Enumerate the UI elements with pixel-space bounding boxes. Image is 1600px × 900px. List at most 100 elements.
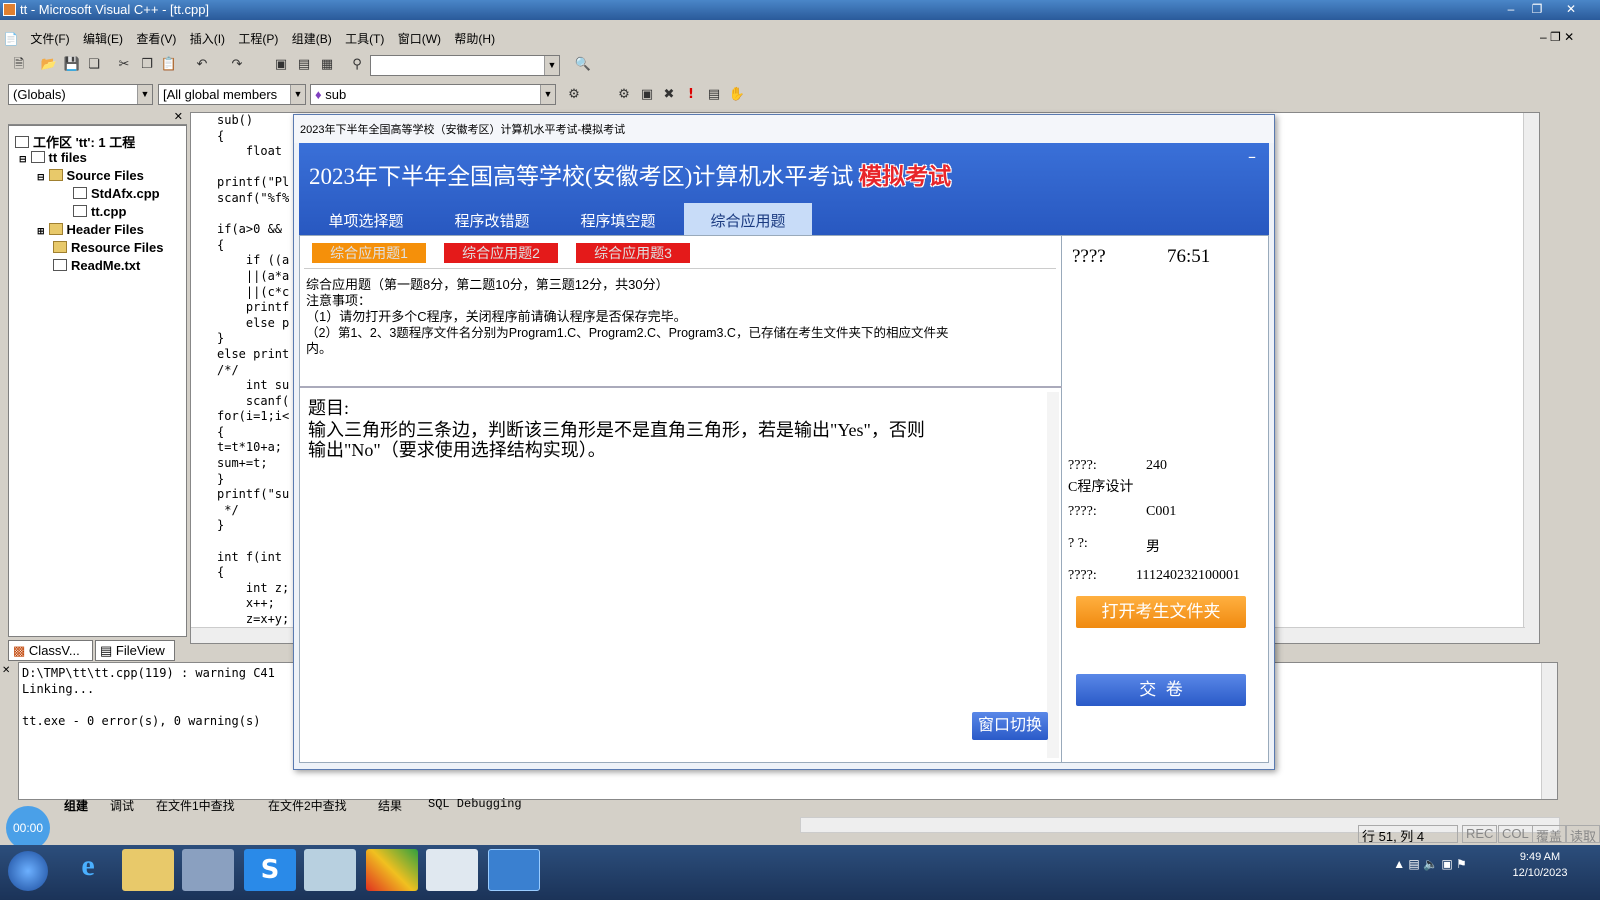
question-scrollbar[interactable] [1047,392,1059,758]
code-line[interactable]: scanf( [217,394,289,410]
code-line[interactable]: } [217,472,289,488]
ie-icon[interactable]: e [62,849,114,891]
code-line[interactable]: { [217,238,289,254]
scanner-icon[interactable] [182,849,234,891]
subtab-q3[interactable]: 综合应用题3 [576,243,690,263]
clock-date[interactable]: 12/10/2023 [1500,867,1580,879]
code-line[interactable] [217,534,289,550]
code-line[interactable]: int z; [217,581,289,597]
wizard-action-icon[interactable]: ⚙ [565,86,583,104]
paste-icon[interactable]: 📋 [160,56,178,74]
maximize-button[interactable]: ❐ [1526,1,1548,17]
start-button[interactable] [8,851,48,891]
code-line[interactable]: */ [217,503,289,519]
minimize-button[interactable]: – [1500,1,1522,17]
tab-comprehensive[interactable]: 综合应用题 [684,203,812,235]
recording-timer[interactable]: 00:00 [6,806,50,850]
tab-program-fill[interactable]: 程序填空题 [559,203,677,235]
menu-build[interactable]: 组建(B) [287,26,337,51]
globals-combo[interactable]: (Globals) ▼ [8,84,153,105]
code-line[interactable]: printf("su [217,487,289,503]
subtab-q1[interactable]: 综合应用题1 [312,243,426,263]
undo-icon[interactable]: ↶ [193,56,211,74]
tree-header-files[interactable]: ⊞ Header Files [37,222,144,237]
tab-results[interactable]: 结果 [378,797,402,814]
go-icon[interactable]: ▤ [705,86,723,104]
tree-source-files[interactable]: ⊟ Source Files [37,168,144,183]
code-line[interactable]: t=t*10+a; [217,440,289,456]
tree-readme[interactable]: ReadMe.txt [53,258,140,273]
execute-icon[interactable]: ! [682,86,700,104]
menu-edit[interactable]: 编辑(E) [78,26,128,51]
open-folder-button[interactable]: 打开考生文件夹 [1076,596,1246,628]
code-line[interactable]: float [217,144,289,160]
new-file-icon[interactable]: 🗎 [10,56,28,74]
code-line[interactable]: x++; [217,596,289,612]
tab-single-choice[interactable]: 单项选择题 [307,203,425,235]
function-combo[interactable]: ♦ sub ▼ [310,84,556,105]
output-scrollbar[interactable] [1541,663,1557,799]
close-icon[interactable]: ✕ [2,665,10,676]
save-all-icon[interactable]: ❏ [85,56,103,74]
tree-resource-files[interactable]: Resource Files [53,240,164,255]
code-line[interactable]: z=x+y; [217,612,289,628]
code-line[interactable]: scanf("%f% [217,191,289,207]
code-line[interactable]: sub() [217,113,289,129]
code-line[interactable]: /*/ [217,363,289,379]
visual-cpp-icon[interactable] [366,849,418,891]
code-line[interactable]: else p [217,316,289,332]
clock-time[interactable]: 9:49 AM [1500,851,1580,863]
remote-desktop-icon[interactable] [488,849,540,891]
menu-insert[interactable]: 插入(I) [185,26,230,51]
close-icon[interactable]: ✕ [174,110,183,123]
menu-view[interactable]: 查看(V) [131,26,181,51]
explorer-icon[interactable] [122,849,174,891]
save-icon[interactable]: 💾 [63,56,81,74]
workspace-icon[interactable]: ▣ [272,56,290,74]
code-line[interactable]: { [217,565,289,581]
submit-button[interactable]: 交 卷 [1076,674,1246,706]
menu-tools[interactable]: 工具(T) [340,26,389,51]
tab-find2[interactable]: 在文件2中查找 [268,797,347,814]
expand-icon[interactable]: ⊞ [37,226,45,236]
code-line[interactable]: { [217,425,289,441]
code-line[interactable] [217,207,289,223]
exam-app-icon[interactable] [426,849,478,891]
tab-fileview[interactable]: ▤ FileView [95,640,175,661]
vertical-scrollbar[interactable] [1523,113,1539,643]
stop-build-icon[interactable]: ✖ [660,86,678,104]
copy-icon[interactable]: ❐ [138,56,156,74]
tray-icons[interactable]: ▲ ▤ 🔈 ▣ ⚑ [1380,857,1480,871]
code-line[interactable]: sum+=t; [217,456,289,472]
tab-build[interactable]: 组建 [64,797,88,814]
notepad-icon[interactable] [304,849,356,891]
subtab-q2[interactable]: 综合应用题2 [444,243,558,263]
windows-icon[interactable]: ▦ [318,56,336,74]
dialog-minimize-button[interactable]: – [1241,149,1263,167]
collapse-icon[interactable]: ⊟ [37,172,45,182]
menu-window[interactable]: 窗口(W) [393,26,446,51]
code-line[interactable]: else print [217,347,289,363]
mdi-controls[interactable]: – ❐ ✕ [1540,30,1574,44]
tab-sql-debugging[interactable]: SQL Debugging [428,797,522,811]
find-combo[interactable]: ▼ [370,55,560,76]
code-line[interactable]: { [217,129,289,145]
switch-window-button[interactable]: 窗口切换 [972,712,1048,740]
compile-icon[interactable]: ⚙ [615,86,633,104]
code-line[interactable]: printf("Pl [217,175,289,191]
build-icon[interactable]: ▣ [638,86,656,104]
code-line[interactable]: if(a>0 && [217,222,289,238]
tree-file-stdafx[interactable]: StdAfx.cpp [73,186,160,201]
tree-workspace-root[interactable]: 工作区 'tt': 1 工程 [15,132,135,151]
tab-program-fix[interactable]: 程序改错题 [433,203,551,235]
tab-debug[interactable]: 调试 [110,797,134,814]
close-button[interactable]: ✕ [1560,1,1582,17]
collapse-icon[interactable]: ⊟ [19,154,27,164]
code-line[interactable]: ||(c*c [217,285,289,301]
tab-find1[interactable]: 在文件1中查找 [156,797,235,814]
code-text[interactable]: sub(){ float printf("Pl scanf("%f% if(a>0… [217,113,289,643]
output-icon[interactable]: ▤ [295,56,313,74]
code-line[interactable]: for(i=1;i< [217,409,289,425]
menu-help[interactable]: 帮助(H) [449,26,500,51]
tree-project[interactable]: ⊟ tt files [19,150,87,165]
